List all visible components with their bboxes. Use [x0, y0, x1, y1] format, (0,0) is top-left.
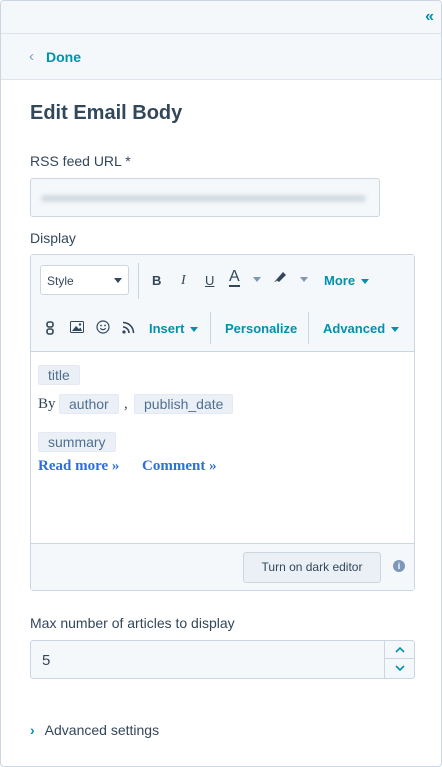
toolbar-divider — [138, 263, 139, 299]
advanced-menu-button[interactable]: Advanced — [323, 321, 400, 336]
toolbar-divider — [308, 312, 309, 344]
panel-topbar: « — [1, 1, 441, 34]
chevron-down-icon — [391, 327, 400, 333]
token-author[interactable]: author — [59, 394, 119, 414]
token-publish-date[interactable]: publish_date — [134, 394, 234, 414]
font-color-caret-icon — [253, 277, 261, 282]
bold-button[interactable]: B — [152, 273, 161, 288]
toolbar-divider — [210, 312, 211, 344]
done-bar: ‹ Done — [1, 34, 441, 80]
panel-title: Edit Email Body — [30, 102, 183, 124]
chevron-down-icon — [361, 279, 370, 285]
done-label: Done — [46, 48, 81, 65]
advanced-settings-label: Advanced settings — [44, 722, 160, 738]
advanced-settings-toggle[interactable]: › Advanced settings — [30, 722, 159, 738]
comment-link[interactable]: Comment » — [142, 458, 217, 475]
font-color-button[interactable]: A — [229, 269, 240, 287]
rss-feed-url-input[interactable] — [30, 178, 380, 217]
more-menu-button[interactable]: More — [324, 273, 370, 288]
editor-content[interactable]: title By author , publish_date summary R… — [31, 353, 414, 543]
token-title[interactable]: title — [38, 365, 80, 385]
rich-text-editor[interactable]: Style B I U A More Insert Personalize Ad… — [30, 254, 415, 591]
decrement-button[interactable] — [385, 659, 414, 677]
image-icon[interactable] — [70, 321, 84, 336]
insert-label: Insert — [149, 321, 185, 336]
link-icon[interactable] — [44, 321, 56, 338]
chevron-down-icon — [190, 327, 199, 333]
insert-menu-button[interactable]: Insert — [149, 321, 199, 336]
highlight-caret-icon — [300, 277, 308, 282]
rss-icon[interactable] — [122, 321, 135, 337]
collapse-panel-icon[interactable]: « — [425, 8, 434, 26]
by-text: By — [38, 396, 56, 412]
display-label: Display — [30, 230, 76, 246]
read-more-link[interactable]: Read more » — [38, 458, 119, 475]
underline-button[interactable]: U — [205, 273, 214, 288]
chevron-right-icon: › — [30, 722, 35, 738]
chevron-down-icon — [394, 665, 405, 671]
quantity-stepper — [384, 641, 414, 678]
done-button[interactable]: ‹ Done — [29, 48, 81, 65]
token-summary[interactable]: summary — [38, 432, 116, 452]
highlight-icon[interactable] — [273, 269, 289, 286]
editor-footer: Turn on dark editor i — [31, 543, 414, 590]
chevron-up-icon — [394, 646, 405, 653]
chevron-left-icon: ‹ — [29, 48, 34, 65]
italic-button[interactable]: I — [181, 273, 186, 289]
increment-button[interactable] — [385, 641, 414, 659]
rss-feed-url-label: RSS feed URL * — [30, 153, 131, 169]
blurred-url-value — [41, 195, 366, 202]
info-icon[interactable]: i — [393, 560, 405, 572]
advanced-label: Advanced — [323, 321, 386, 336]
style-select[interactable]: Style — [40, 265, 129, 295]
more-label: More — [324, 273, 356, 288]
comma-text: , — [124, 396, 128, 412]
personalize-button[interactable]: Personalize — [225, 321, 297, 336]
max-articles-value: 5 — [42, 652, 51, 669]
style-select-value: Style — [47, 274, 74, 288]
edit-email-body-panel: « ‹ Done Edit Email Body RSS feed URL * … — [0, 0, 442, 767]
max-articles-label: Max number of articles to display — [30, 615, 235, 631]
editor-toolbar: Style B I U A More Insert Personalize Ad… — [31, 255, 414, 352]
max-articles-input[interactable]: 5 — [30, 640, 415, 679]
turn-on-dark-editor-button[interactable]: Turn on dark editor — [243, 552, 381, 583]
chevron-down-icon — [114, 278, 122, 283]
emoji-icon[interactable] — [96, 320, 110, 337]
